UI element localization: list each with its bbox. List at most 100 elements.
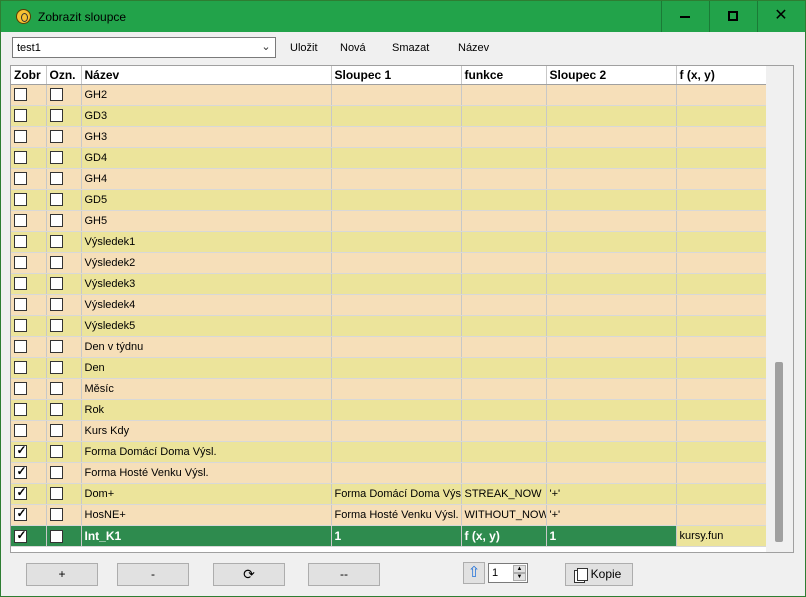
- ozn-checkbox[interactable]: [49, 109, 63, 122]
- nazev-cell[interactable]: GH3: [81, 126, 332, 148]
- fxy-cell[interactable]: [676, 273, 767, 295]
- header-sloupec-1[interactable]: Sloupec 1: [331, 66, 462, 85]
- funkce-cell[interactable]: [461, 462, 547, 484]
- sloupec-1-cell[interactable]: [331, 231, 462, 253]
- nazev-cell[interactable]: GH4: [81, 168, 332, 190]
- zobr-checkbox[interactable]: [14, 464, 28, 479]
- zobr-checkbox[interactable]: [14, 88, 27, 101]
- spin-up-button[interactable]: ▲: [513, 565, 526, 573]
- sloupec-2-cell[interactable]: [546, 105, 677, 127]
- sloupec-1-cell[interactable]: [331, 441, 462, 463]
- fxy-cell[interactable]: [676, 294, 767, 316]
- nazev-cell[interactable]: Forma Hosté Venku Výsl.: [81, 462, 332, 484]
- sloupec-2-cell[interactable]: [546, 168, 677, 190]
- separator-button[interactable]: --: [308, 563, 380, 586]
- zobr-checkbox[interactable]: [14, 485, 28, 500]
- fxy-cell[interactable]: [676, 504, 767, 526]
- table-row[interactable]: HosNE+Forma Hosté Venku Výsl.WITHOUT_NOW…: [11, 504, 767, 526]
- move-up-button[interactable]: ⇧: [463, 562, 485, 584]
- zobr-checkbox[interactable]: [14, 319, 27, 332]
- sloupec-2-cell[interactable]: [546, 399, 677, 421]
- fxy-cell[interactable]: [676, 168, 767, 190]
- header-funkce[interactable]: funkce: [461, 66, 547, 85]
- funkce-cell[interactable]: [461, 84, 547, 106]
- sloupec-1-cell[interactable]: [331, 210, 462, 232]
- sloupec-1-cell[interactable]: 1: [331, 525, 462, 547]
- ozn-checkbox[interactable]: [49, 277, 63, 290]
- table-row[interactable]: GD3: [11, 105, 767, 127]
- fxy-cell[interactable]: [676, 147, 767, 169]
- sloupec-1-cell[interactable]: [331, 462, 462, 484]
- header-sloupec-2[interactable]: Sloupec 2: [546, 66, 677, 85]
- sloupec-2-cell[interactable]: [546, 357, 677, 379]
- nazev-cell[interactable]: Kurs Kdy: [81, 420, 332, 442]
- zobr-checkbox[interactable]: [14, 109, 27, 122]
- funkce-cell[interactable]: [461, 441, 547, 463]
- nazev-cell[interactable]: GH5: [81, 210, 332, 232]
- sloupec-2-cell[interactable]: [546, 210, 677, 232]
- sloupec-1-cell[interactable]: [331, 294, 462, 316]
- sloupec-1-cell[interactable]: [331, 357, 462, 379]
- sloupec-1-cell[interactable]: [331, 147, 462, 169]
- sloupec-1-cell[interactable]: [331, 168, 462, 190]
- sloupec-1-cell[interactable]: [331, 399, 462, 421]
- zobr-checkbox[interactable]: [14, 130, 27, 143]
- rename-button[interactable]: Název: [458, 42, 489, 54]
- fxy-cell[interactable]: [676, 189, 767, 211]
- ozn-checkbox[interactable]: [49, 151, 63, 164]
- fxy-cell[interactable]: [676, 420, 767, 442]
- ozn-checkbox[interactable]: [49, 424, 63, 437]
- funkce-cell[interactable]: [461, 273, 547, 295]
- delete-button[interactable]: Smazat: [392, 42, 429, 54]
- sloupec-1-cell[interactable]: [331, 315, 462, 337]
- table-row[interactable]: GH5: [11, 210, 767, 232]
- fxy-cell[interactable]: [676, 378, 767, 400]
- save-button[interactable]: Uložit: [290, 42, 318, 54]
- sloupec-2-cell[interactable]: [546, 273, 677, 295]
- zobr-checkbox[interactable]: [14, 214, 27, 227]
- sloupec-1-cell[interactable]: [331, 273, 462, 295]
- sloupec-2-cell[interactable]: [546, 231, 677, 253]
- zobr-checkbox[interactable]: [14, 277, 27, 290]
- add-button[interactable]: +: [26, 563, 98, 586]
- header-nazev[interactable]: Název: [81, 66, 332, 85]
- funkce-cell[interactable]: STREAK_NOW: [461, 483, 547, 505]
- chevron-down-icon[interactable]: ⌄: [260, 41, 272, 53]
- ozn-checkbox[interactable]: [49, 319, 63, 332]
- sloupec-2-cell[interactable]: [546, 378, 677, 400]
- sloupec-2-cell[interactable]: [546, 294, 677, 316]
- sloupec-2-cell[interactable]: [546, 336, 677, 358]
- sloupec-2-cell[interactable]: [546, 147, 677, 169]
- zobr-checkbox[interactable]: [14, 235, 27, 248]
- preset-combo[interactable]: test1 ⌄: [12, 37, 276, 58]
- funkce-cell[interactable]: [461, 420, 547, 442]
- ozn-checkbox[interactable]: [49, 340, 63, 353]
- table-row[interactable]: Forma Domácí Doma Výsl.: [11, 441, 767, 463]
- funkce-cell[interactable]: [461, 357, 547, 379]
- spin-down-button[interactable]: ▼: [513, 573, 526, 581]
- funkce-cell[interactable]: [461, 105, 547, 127]
- header-ozn[interactable]: Ozn.: [46, 66, 82, 85]
- ozn-checkbox[interactable]: [49, 298, 63, 311]
- table-row[interactable]: Forma Hosté Venku Výsl.: [11, 462, 767, 484]
- table-row[interactable]: Výsledek3: [11, 273, 767, 295]
- sloupec-2-cell[interactable]: [546, 315, 677, 337]
- fxy-cell[interactable]: [676, 126, 767, 148]
- zobr-checkbox[interactable]: [14, 172, 27, 185]
- sloupec-2-cell[interactable]: [546, 126, 677, 148]
- ozn-checkbox[interactable]: [49, 487, 63, 500]
- new-button[interactable]: Nová: [340, 42, 366, 54]
- maximize-button[interactable]: [709, 1, 757, 32]
- ozn-checkbox[interactable]: [49, 403, 63, 416]
- sloupec-2-cell[interactable]: '+': [546, 504, 677, 526]
- funkce-cell[interactable]: [461, 210, 547, 232]
- ozn-checkbox[interactable]: [49, 193, 63, 206]
- funkce-cell[interactable]: [461, 294, 547, 316]
- funkce-cell[interactable]: [461, 168, 547, 190]
- ozn-checkbox[interactable]: [49, 214, 63, 227]
- funkce-cell[interactable]: [461, 231, 547, 253]
- table-row[interactable]: Měsíc: [11, 378, 767, 400]
- table-row[interactable]: Kurs Kdy: [11, 420, 767, 442]
- fxy-cell[interactable]: [676, 483, 767, 505]
- nazev-cell[interactable]: GD5: [81, 189, 332, 211]
